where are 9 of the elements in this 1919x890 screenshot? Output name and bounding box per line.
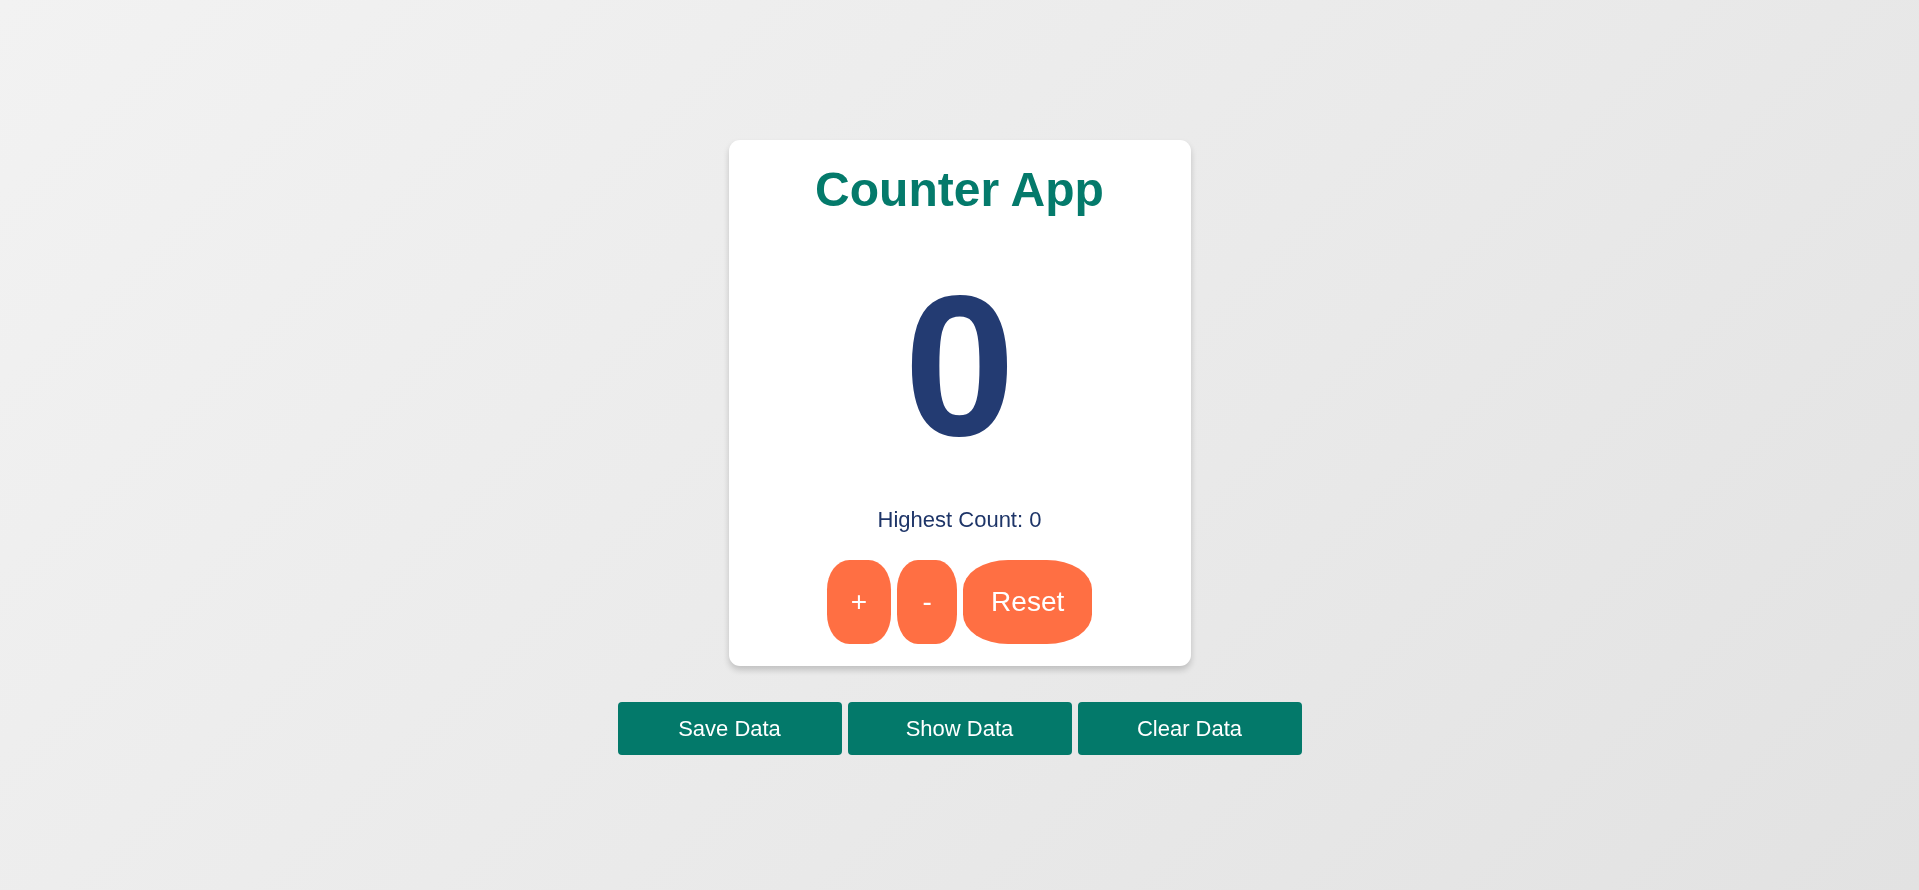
reset-button[interactable]: Reset (963, 560, 1093, 644)
data-action-button[interactable]: Save Data (617, 702, 842, 755)
data-action-button[interactable]: Show Data (847, 702, 1072, 755)
app-title: Counter App (815, 162, 1104, 217)
data-action-button[interactable]: Clear Data (1077, 702, 1302, 755)
counter-value: 0 (903, 253, 1016, 479)
highest-count-text: Highest Count: 0 (877, 506, 1042, 533)
plus-button[interactable]: + (826, 560, 892, 644)
minus-button[interactable]: - (897, 560, 958, 644)
